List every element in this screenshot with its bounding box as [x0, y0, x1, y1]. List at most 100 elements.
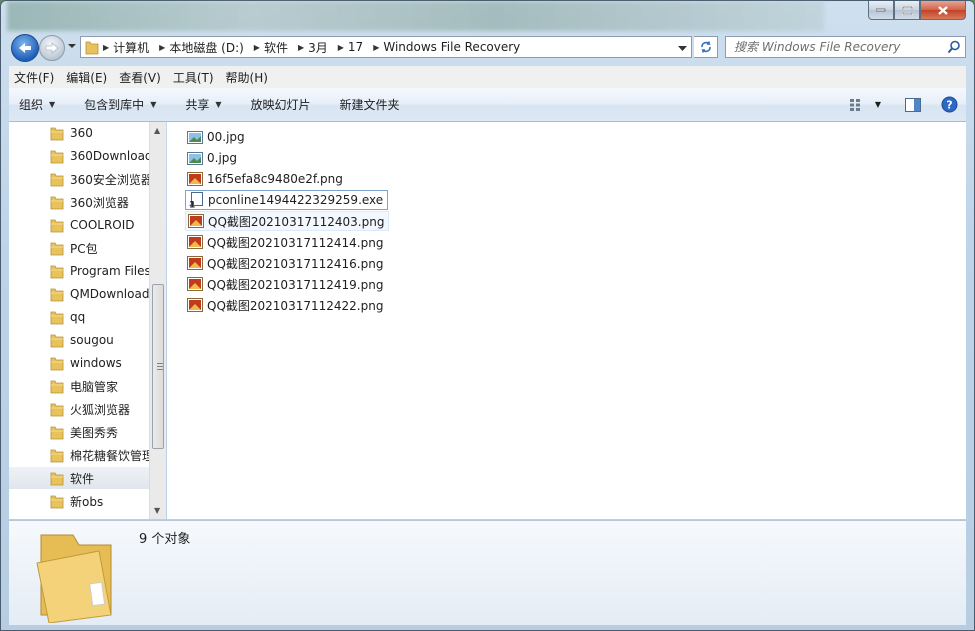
- scrollbar-thumb[interactable]: [152, 284, 164, 449]
- breadcrumb-item[interactable]: 软件 ▶: [260, 37, 304, 57]
- nav-tree-item[interactable]: 火狐浏览器: [9, 398, 149, 420]
- change-view-button[interactable]: ▼: [849, 98, 881, 112]
- folder-icon: [50, 380, 64, 394]
- include-library-label: 包含到库中: [84, 98, 145, 112]
- nav-tree-label: sougou: [70, 333, 114, 347]
- breadcrumb-item[interactable]: Windows File Recovery: [379, 37, 526, 57]
- navigation-scrollbar[interactable]: ▲ ▼: [149, 122, 166, 519]
- search-box[interactable]: [725, 36, 966, 58]
- folder-icon: [50, 196, 64, 210]
- breadcrumb-label: 3月: [308, 40, 328, 55]
- new-folder-button[interactable]: 新建文件夹: [320, 88, 409, 121]
- nav-tree-item[interactable]: Program Files: [9, 260, 149, 282]
- nav-tree-item[interactable]: windows: [9, 352, 149, 374]
- command-bar: 组织 ▼ 包含到库中 ▼ 共享 ▼ 放映幻灯片 新建文件夹 ▼ ?: [9, 88, 966, 122]
- view-controls: ▼ ?: [833, 88, 958, 121]
- image-file-icon: [187, 152, 203, 165]
- scroll-down-arrow-icon[interactable]: ▼: [154, 506, 160, 515]
- slideshow-label: 放映幻灯片: [250, 98, 311, 112]
- png-file-icon: [187, 235, 203, 249]
- chevron-right-icon[interactable]: ▶: [294, 43, 304, 52]
- file-list[interactable]: 00.jpg 0.jpg 16f5efa8c9480e2f.png 1 pconline…: [167, 122, 966, 519]
- nav-tree-label: 棉花糖餐饮管理: [70, 448, 149, 463]
- folder-icon: [50, 403, 64, 417]
- close-button[interactable]: [920, 1, 966, 20]
- nav-tree-label: 电脑管家: [70, 379, 119, 394]
- nav-tree-item[interactable]: 美图秀秀: [9, 421, 149, 443]
- file-item[interactable]: 16f5efa8c9480e2f.png: [185, 169, 347, 189]
- file-item[interactable]: QQ截图20210317112414.png: [185, 232, 387, 252]
- nav-tree-item[interactable]: qq: [9, 306, 149, 328]
- menu-file[interactable]: 文件(F): [9, 69, 59, 86]
- dropdown-arrow-icon[interactable]: ▼: [875, 100, 881, 109]
- menu-edit[interactable]: 编辑(E): [61, 69, 112, 86]
- file-item[interactable]: 1 pconline1494422329259.exe: [185, 190, 389, 210]
- file-name: QQ截图20210317112419.png: [207, 277, 384, 292]
- nav-tree-item[interactable]: 新obs: [9, 490, 149, 512]
- menu-tools[interactable]: 工具(T): [168, 69, 219, 86]
- nav-tree-item[interactable]: 软件: [9, 467, 149, 489]
- nav-tree-item[interactable]: 棉花糖餐饮管理: [9, 444, 149, 466]
- breadcrumb-separator-icon[interactable]: ▶: [99, 43, 109, 52]
- share-button[interactable]: 共享 ▼: [165, 88, 230, 121]
- nav-tree-item[interactable]: 360安全浏览器: [9, 168, 149, 190]
- chevron-right-icon[interactable]: ▶: [250, 43, 260, 52]
- breadcrumb-item[interactable]: 计算机 ▶: [109, 37, 165, 57]
- address-bar[interactable]: ▶ 计算机 ▶ 本地磁盘 (D:) ▶ 软件 ▶ 3月 ▶ 17 ▶ Windows Fi…: [80, 36, 692, 58]
- include-in-library-button[interactable]: 包含到库中 ▼: [64, 88, 165, 121]
- png-file-icon: [188, 214, 204, 228]
- file-item[interactable]: QQ截图20210317112422.png: [185, 295, 387, 315]
- nav-tree-item[interactable]: 360Downloads: [9, 145, 149, 167]
- explorer-window: ▶ 计算机 ▶ 本地磁盘 (D:) ▶ 软件 ▶ 3月 ▶ 17 ▶ Windows Fi…: [0, 0, 975, 631]
- file-item[interactable]: 0.jpg: [185, 148, 241, 168]
- help-icon: ?: [941, 96, 958, 113]
- search-icon[interactable]: [947, 40, 961, 54]
- minimize-button[interactable]: [868, 1, 894, 20]
- maximize-icon: [901, 5, 913, 15]
- title-bar-glass: [7, 1, 824, 31]
- back-button[interactable]: [11, 34, 39, 62]
- file-name: 0.jpg: [207, 151, 238, 165]
- preview-pane-icon: [905, 97, 921, 112]
- file-item[interactable]: QQ截图20210317112403.png: [185, 211, 390, 231]
- breadcrumb-item[interactable]: 3月 ▶: [304, 37, 344, 57]
- nav-tree-label: 美图秀秀: [70, 425, 119, 440]
- preview-pane-button[interactable]: [905, 97, 921, 112]
- chevron-right-icon[interactable]: ▶: [369, 43, 379, 52]
- menu-bar: 文件(F) 编辑(E) 查看(V) 工具(T) 帮助(H): [9, 66, 966, 89]
- breadcrumb-item[interactable]: 17 ▶: [344, 37, 379, 57]
- file-item[interactable]: QQ截图20210317112419.png: [185, 274, 387, 294]
- maximize-button[interactable]: [894, 1, 920, 20]
- nav-tree-item[interactable]: PC包: [9, 237, 149, 259]
- chevron-right-icon[interactable]: ▶: [155, 43, 165, 52]
- nav-tree-item[interactable]: 360: [9, 122, 149, 144]
- nav-tree-item[interactable]: sougou: [9, 329, 149, 351]
- scroll-up-arrow-icon[interactable]: ▲: [154, 126, 160, 135]
- breadcrumb-item[interactable]: 本地磁盘 (D:) ▶: [165, 37, 260, 57]
- arrow-right-icon: [45, 42, 59, 54]
- nav-tree-label: windows: [70, 356, 122, 370]
- refresh-button[interactable]: [694, 36, 718, 58]
- chevron-right-icon[interactable]: ▶: [334, 43, 344, 52]
- menu-view[interactable]: 查看(V): [114, 69, 166, 86]
- recent-pages-dropdown-icon[interactable]: [67, 41, 77, 51]
- nav-tree-label: qq: [70, 310, 86, 324]
- search-input[interactable]: [734, 38, 942, 56]
- address-dropdown-icon[interactable]: [678, 44, 687, 52]
- slideshow-button[interactable]: 放映幻灯片: [231, 88, 320, 121]
- file-item[interactable]: 00.jpg: [185, 127, 249, 147]
- nav-tree-label: 新obs: [70, 494, 104, 509]
- help-button[interactable]: ?: [941, 96, 958, 113]
- organize-button[interactable]: 组织 ▼: [9, 88, 64, 121]
- menu-help[interactable]: 帮助(H): [221, 69, 273, 86]
- file-item[interactable]: QQ截图20210317112416.png: [185, 253, 387, 273]
- details-pane: 9 个对象: [9, 520, 966, 625]
- nav-tree-item[interactable]: COOLROID: [9, 214, 149, 236]
- executable-file-icon: 1: [189, 192, 203, 208]
- nav-tree-item[interactable]: 电脑管家: [9, 375, 149, 397]
- nav-tree-item[interactable]: 360浏览器: [9, 191, 149, 213]
- forward-button[interactable]: [39, 35, 65, 61]
- png-file-icon: [187, 256, 203, 270]
- nav-tree-item[interactable]: QMDownload: [9, 283, 149, 305]
- organize-label: 组织: [19, 98, 44, 112]
